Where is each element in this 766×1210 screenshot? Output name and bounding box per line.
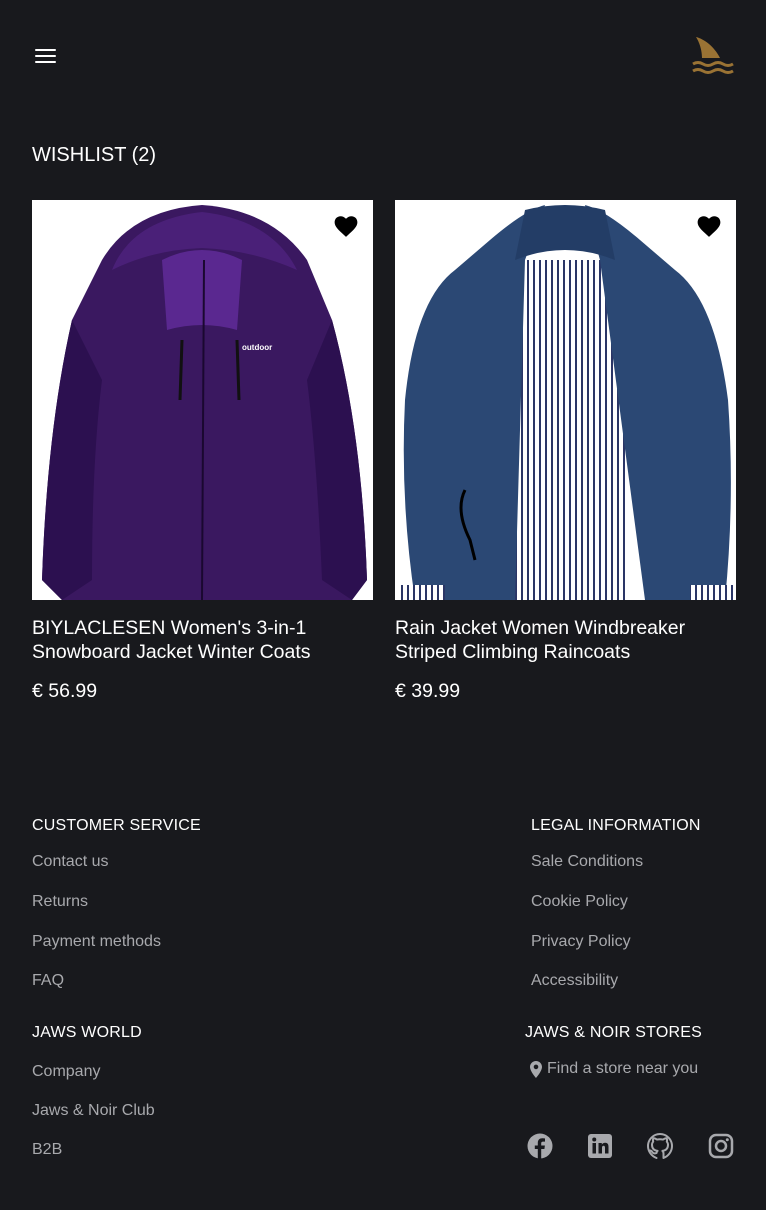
stores-title: JAWS & NOIR STORES bbox=[525, 1024, 702, 1041]
wishlist-item[interactable]: Rain Jacket Women Windbreaker Striped Cl… bbox=[395, 200, 736, 703]
jaws-noir-club-link[interactable]: Jaws & Noir Club bbox=[32, 1102, 155, 1120]
legal-information-section: LEGAL INFORMATION bbox=[531, 817, 701, 835]
stores-section: JAWS & NOIR STORES bbox=[525, 1024, 702, 1042]
wishlist-title: WISHLIST (2) bbox=[32, 144, 157, 166]
sale-conditions-link[interactable]: Sale Conditions bbox=[531, 853, 643, 871]
shark-fin-logo-icon[interactable] bbox=[690, 34, 734, 78]
map-pin-icon bbox=[530, 1060, 542, 1078]
jaws-world-section: JAWS WORLD bbox=[32, 1024, 142, 1042]
returns-link[interactable]: Returns bbox=[32, 893, 88, 911]
heart-filled-icon[interactable] bbox=[333, 214, 359, 238]
product-price: € 56.99 bbox=[32, 680, 98, 702]
header bbox=[0, 0, 766, 110]
accessibility-link[interactable]: Accessibility bbox=[531, 972, 618, 990]
find-store-label: Find a store near you bbox=[547, 1060, 699, 1077]
product-price: € 39.99 bbox=[395, 680, 461, 702]
instagram-icon[interactable] bbox=[707, 1132, 735, 1160]
purple-jacket-illustration: outdoor bbox=[32, 200, 373, 600]
product-name[interactable]: Rain Jacket Women Windbreaker Striped Cl… bbox=[395, 616, 736, 664]
svg-text:outdoor: outdoor bbox=[242, 343, 272, 352]
navy-rain-jacket-image[interactable] bbox=[395, 200, 736, 600]
product-name[interactable]: BIYLACLESEN Women's 3-in-1 Snowboard Jac… bbox=[32, 616, 373, 664]
linkedin-icon[interactable] bbox=[586, 1132, 614, 1160]
privacy-policy-link[interactable]: Privacy Policy bbox=[531, 933, 631, 951]
hamburger-menu-icon[interactable] bbox=[34, 46, 58, 66]
faq-link[interactable]: FAQ bbox=[32, 972, 64, 990]
company-link[interactable]: Company bbox=[32, 1063, 100, 1081]
cookie-policy-link[interactable]: Cookie Policy bbox=[531, 893, 628, 911]
facebook-icon[interactable] bbox=[526, 1132, 554, 1160]
find-store-link[interactable]: Find a store near you bbox=[530, 1060, 698, 1078]
wishlist-item[interactable]: outdoor BIYLACLESEN Women's 3-in-1 Snowb… bbox=[32, 200, 373, 703]
payment-methods-link[interactable]: Payment methods bbox=[32, 933, 161, 951]
contact-us-link[interactable]: Contact us bbox=[32, 853, 108, 871]
b2b-link[interactable]: B2B bbox=[32, 1141, 62, 1159]
purple-jacket-image[interactable]: outdoor bbox=[32, 200, 373, 600]
heart-filled-icon[interactable] bbox=[696, 214, 722, 238]
legal-information-title: LEGAL INFORMATION bbox=[531, 817, 701, 834]
customer-service-title: CUSTOMER SERVICE bbox=[32, 817, 201, 834]
customer-service-section: CUSTOMER SERVICE bbox=[32, 817, 201, 835]
navy-jacket-illustration bbox=[395, 200, 736, 600]
jaws-world-title: JAWS WORLD bbox=[32, 1024, 142, 1041]
github-icon[interactable] bbox=[646, 1132, 674, 1160]
